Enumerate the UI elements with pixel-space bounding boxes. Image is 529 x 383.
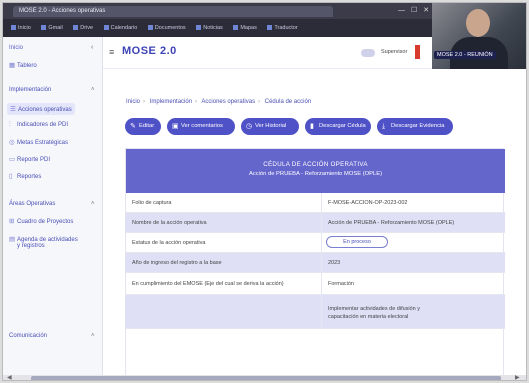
table-row: Estatus de la acción operativa En proces… <box>126 233 505 253</box>
webcam-label: MOSE 2.0 - REUNIÓN <box>434 51 496 59</box>
card-title: CÉDULA DE ACCIÓN OPERATIVA <box>263 161 368 168</box>
bookmark[interactable]: Drive <box>73 25 93 31</box>
calendar-icon: ▤ <box>9 236 16 243</box>
card-header: CÉDULA DE ACCIÓN OPERATIVA Acción de PRU… <box>126 149 505 193</box>
breadcrumb: Inicio › Implementación › Acciones operati… <box>126 99 312 105</box>
download-cedula-button[interactable]: ▮ Descargar Cédula <box>305 118 371 135</box>
sidebar-item-dashboard[interactable]: ▦ Tablero <box>9 61 37 69</box>
app-title: MOSE 2.0 <box>122 45 177 57</box>
sidebar-section-areas[interactable]: Áreas Operativas ˄ <box>9 201 95 207</box>
card-subtitle: Acción de PRUEBA - Reforzamiento MOSE (O… <box>248 171 383 177</box>
sidebar-item-proyectos[interactable]: ⊞ Cuadro de Proyectos <box>9 217 73 225</box>
cedula-card: CÉDULA DE ACCIÓN OPERATIVA Acción de PRU… <box>125 148 505 380</box>
sidebar-item-metas[interactable]: ◎ Metas Estratégicas <box>9 138 68 146</box>
breadcrumb-current: Cédula de acción <box>264 99 312 105</box>
download-icon: ⤓ <box>382 123 386 130</box>
person-head <box>466 9 490 37</box>
row-value: 2023 <box>328 260 341 266</box>
scrollbar-thumb[interactable] <box>31 376 501 380</box>
sidebar-section-implementacion[interactable]: Implementación ˄ <box>9 87 95 93</box>
bookmark[interactable]: Inicio <box>11 25 31 31</box>
window-controls[interactable]: —☐✕ <box>398 6 435 14</box>
bookmark-icon <box>41 25 47 31</box>
report-icon: ▭ <box>9 156 16 163</box>
bookmark-icon <box>267 25 273 31</box>
bookmark[interactable]: Mapas <box>233 25 257 31</box>
flag-icon <box>415 45 420 59</box>
status-badge: En proceso <box>326 236 388 248</box>
chevron-up-icon: ˄ <box>91 333 95 339</box>
document-icon: ▮ <box>310 123 314 130</box>
grid-icon: ⊞ <box>9 218 15 225</box>
sidebar-item-reporte-pdi[interactable]: ▭ Reporte PDI <box>9 155 50 163</box>
sidebar-item-reportes[interactable]: ▯ Reportes <box>9 172 41 180</box>
edit-button[interactable]: ✎ Editar <box>125 118 161 135</box>
breadcrumb-item[interactable]: Inicio <box>126 99 140 105</box>
user-name: Supervisor <box>381 49 408 55</box>
row-label: Nombre de la acción operativa <box>132 220 207 226</box>
breadcrumb-item[interactable]: Acciones operativas <box>201 99 255 105</box>
sidebar: Inicio ‹ ▦ Tablero Implementación ˄ ☰ Acci… <box>3 37 103 380</box>
pencil-icon: ✎ <box>130 123 136 130</box>
list-icon: ☰ <box>10 106 16 113</box>
history-icon: ◷ <box>246 123 253 130</box>
table-row: Implementar actividades de difusión y ca… <box>126 295 505 329</box>
row-label: Estatus de la acción operativa <box>132 240 206 246</box>
chevron-up-icon: ˄ <box>91 201 95 207</box>
row-value: Acción de PRUEBA - Reforzamiento MOSE (O… <box>328 220 455 226</box>
bookmark-icon <box>147 25 153 31</box>
bookmark-icon <box>233 25 239 31</box>
download-evidence-button[interactable]: ⤓ Descargar Evidencia <box>377 118 453 135</box>
hamburger-icon[interactable]: ≡ <box>109 47 114 57</box>
row-value: Formación <box>328 281 354 287</box>
sidebar-home[interactable]: Inicio <box>9 45 23 51</box>
row-value: F-MOSE-ACCION-OP-2023-002 <box>328 200 408 206</box>
bookmark-icon <box>11 25 16 31</box>
theme-toggle[interactable] <box>361 49 375 57</box>
horizontal-scrollbar[interactable]: ◀ ▶ <box>3 375 526 380</box>
chart-icon: ⫶ <box>9 121 11 128</box>
breadcrumb-item[interactable]: Implementación <box>150 99 192 105</box>
webcam-overlay: MOSE 2.0 - REUNIÓN <box>432 3 526 69</box>
view-comments-button[interactable]: ▣ Ver comentarios <box>167 118 235 135</box>
table-row: Nombre de la acción operativa Acción de … <box>126 213 505 233</box>
menu-icon[interactable]: ‹ <box>91 44 93 51</box>
table-row: En cumplimiento del EMOSE (Eje del cual … <box>126 273 505 295</box>
sidebar-item-agenda[interactable]: ▤ Agenda de actividades <box>9 235 78 243</box>
grid-icon: ▦ <box>9 62 16 69</box>
scroll-right-icon[interactable]: ▶ <box>515 375 520 380</box>
bookmark-icon <box>196 25 202 31</box>
bookmark[interactable]: Noticias <box>196 25 223 31</box>
bookmark[interactable]: Documentos <box>147 25 186 31</box>
browser-tab[interactable]: MOSE 2.0 - Acciones operativas <box>13 6 333 17</box>
view-history-button[interactable]: ◷ Ver Historial <box>241 118 299 135</box>
sidebar-item-acciones[interactable]: ☰ Acciones operativas <box>7 103 75 115</box>
table-row: Año de ingreso del registro a la base 20… <box>126 253 505 273</box>
document-icon: ▯ <box>9 173 13 180</box>
row-value: Implementar actividades de difusión y ca… <box>328 306 421 320</box>
sidebar-item-indicadores[interactable]: ⫶ Indicadores de PDI <box>9 121 68 129</box>
screen-frame: MOSE 2.0 - Acciones operativas —☐✕ Inici… <box>2 2 527 381</box>
bookmark-icon <box>73 25 79 31</box>
comment-icon: ▣ <box>172 123 179 130</box>
table-row: Folio de captura F-MOSE-ACCION-OP-2023-0… <box>126 193 505 213</box>
bookmark[interactable]: Calendario <box>103 25 137 31</box>
target-icon: ◎ <box>9 139 15 146</box>
bookmark[interactable]: Gmail <box>41 25 63 31</box>
chevron-up-icon: ˄ <box>91 87 95 93</box>
scroll-left-icon[interactable]: ◀ <box>7 375 12 380</box>
bookmark[interactable]: Traductor <box>267 25 298 31</box>
row-label: Folio de captura <box>132 200 172 206</box>
bookmark-icon <box>103 25 109 31</box>
sidebar-item-agenda-sub: y registros <box>17 243 45 249</box>
row-label: Año de ingreso del registro a la base <box>132 260 222 266</box>
sidebar-section-comunicacion[interactable]: Comunicación ˄ <box>9 333 95 339</box>
row-label: En cumplimiento del EMOSE (Eje del cual … <box>132 281 284 287</box>
